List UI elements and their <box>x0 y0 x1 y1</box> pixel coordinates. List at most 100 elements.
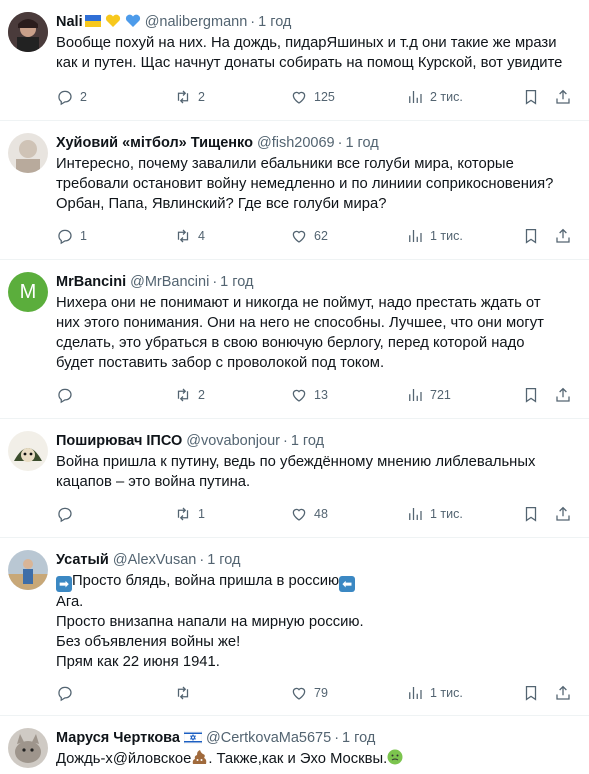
repost-button[interactable]: 1 <box>174 505 205 523</box>
repost-button[interactable]: 2 <box>174 88 205 106</box>
bookmark-button[interactable] <box>522 386 540 404</box>
separator-dot: · <box>250 14 256 30</box>
share-icon <box>556 506 570 521</box>
repost-button[interactable]: 4 <box>174 227 205 245</box>
reply-button[interactable] <box>56 684 80 702</box>
author-handle[interactable]: @AlexVusan <box>113 552 197 568</box>
share-icon <box>556 685 570 700</box>
reply-button[interactable] <box>56 505 80 523</box>
post-time[interactable]: 1 год <box>220 274 253 290</box>
post-text: Ага. Просто внизапна напали на мирную ро… <box>56 594 364 670</box>
avatar-letter: M <box>19 281 37 303</box>
views-count: 1 тис. <box>430 507 463 521</box>
post-nali[interactable]: Nali @nalibergmann · 1 год Вообще похуй на… <box>0 0 589 121</box>
post-text: Война пришла к путину, ведь по убеждённо… <box>56 454 536 490</box>
views-button[interactable]: 721 <box>406 386 451 404</box>
post-time[interactable]: 1 год <box>291 433 324 449</box>
repost-button[interactable]: 2 <box>174 386 205 404</box>
like-button[interactable]: 125 <box>290 88 335 106</box>
author-handle[interactable]: @nalibergmann <box>145 14 248 30</box>
share-icon <box>556 89 570 104</box>
post-certkova[interactable]: Маруся Черткова @CertkovaMa5675 · 1 год До… <box>0 716 589 774</box>
repost-icon <box>177 507 189 521</box>
author-handle[interactable]: @vovabonjour <box>186 433 280 449</box>
bookmark-button[interactable] <box>522 684 540 702</box>
post-text-row: Дождь-х@йловское . Также,как и Эхо Москвы… <box>56 749 577 769</box>
post-text: Нихера они не понимают и никогда не пойм… <box>56 295 544 371</box>
ukraine-flag-icon <box>84 15 101 27</box>
like-count: 125 <box>314 90 335 104</box>
share-button[interactable] <box>554 505 572 523</box>
share-button[interactable] <box>554 386 572 404</box>
separator-dot: · <box>334 730 340 746</box>
views-button[interactable]: 1 тис. <box>406 684 463 702</box>
repost-count: 4 <box>198 229 205 243</box>
reply-icon <box>58 229 72 245</box>
avatar[interactable]: M <box>8 272 48 312</box>
post-actions: 2 2 125 2 тис. <box>56 87 577 107</box>
yellow-heart-icon <box>105 14 120 27</box>
reply-count: 2 <box>80 90 87 104</box>
author-handle[interactable]: @CertkovaMa5675 <box>206 730 331 746</box>
repost-count: 1 <box>198 507 205 521</box>
reply-button[interactable] <box>56 386 80 404</box>
bookmark-button[interactable] <box>522 505 540 523</box>
post-time[interactable]: 1 год <box>342 730 375 746</box>
like-button[interactable]: 62 <box>290 227 328 245</box>
repost-icon <box>177 229 189 243</box>
bookmark-button[interactable] <box>522 88 540 106</box>
share-button[interactable] <box>554 684 572 702</box>
right-arrow-emoji-icon: ➡ <box>56 576 72 592</box>
post-mrbancini[interactable]: M MrBancini @MrBancini · 1 год Нихера они … <box>0 260 589 419</box>
bookmark-icon <box>525 228 537 244</box>
author-name[interactable]: Маруся Черткова <box>56 730 180 746</box>
post-time[interactable]: 1 год <box>207 552 240 568</box>
like-button[interactable]: 79 <box>290 684 328 702</box>
reply-button[interactable]: 1 <box>56 227 87 245</box>
like-icon <box>292 230 306 243</box>
share-button[interactable] <box>554 227 572 245</box>
views-icon <box>409 508 422 520</box>
author-handle[interactable]: @fish20069 <box>257 135 335 151</box>
author-name[interactable]: Nali <box>56 14 83 30</box>
views-button[interactable]: 1 тис. <box>406 227 463 245</box>
avatar[interactable] <box>8 728 48 768</box>
share-icon <box>556 387 570 402</box>
post-time[interactable]: 1 год <box>345 135 378 151</box>
post-actions: 1 4 62 1 тис. <box>56 226 577 246</box>
post-fish[interactable]: Хуйовий «мітбол» Тищенко @fish20069 · 1 го… <box>0 121 589 260</box>
separator-dot: · <box>212 274 218 290</box>
author-handle[interactable]: @MrBancini <box>130 274 209 290</box>
bookmark-button[interactable] <box>522 227 540 245</box>
views-count: 1 тис. <box>430 229 463 243</box>
views-icon <box>409 687 422 699</box>
reply-button[interactable]: 2 <box>56 88 87 106</box>
separator-dot: · <box>283 433 288 449</box>
avatar[interactable] <box>8 550 48 590</box>
repost-icon <box>177 686 189 700</box>
post-text-part-a: Дождь-х@йловское <box>56 751 192 767</box>
like-button[interactable]: 48 <box>290 505 328 523</box>
views-button[interactable]: 2 тис. <box>406 88 463 106</box>
author-name[interactable]: Поширювач ІПСО <box>56 433 182 449</box>
views-count: 721 <box>430 388 451 402</box>
views-button[interactable]: 1 тис. <box>406 505 463 523</box>
like-button[interactable]: 13 <box>290 386 328 404</box>
like-icon <box>292 508 306 521</box>
post-alexvusan[interactable]: Усатый @AlexVusan · 1 год ➡ Просто блядь, в… <box>0 538 589 716</box>
post-vovabonjour[interactable]: Поширювач ІПСО @vovabonjour · 1 год Война … <box>0 419 589 538</box>
repost-button[interactable] <box>174 684 198 702</box>
author-name[interactable]: Усатый <box>56 552 109 568</box>
author-name[interactable]: Хуйовий «мітбол» Тищенко <box>56 135 253 151</box>
separator-dot: · <box>199 552 205 568</box>
bookmark-icon <box>525 506 537 522</box>
post-time[interactable]: 1 год <box>258 14 291 30</box>
avatar[interactable] <box>8 431 48 471</box>
share-button[interactable] <box>554 88 572 106</box>
avatar[interactable] <box>8 12 48 52</box>
avatar[interactable] <box>8 133 48 173</box>
author-name[interactable]: MrBancini <box>56 274 126 290</box>
separator-dot: · <box>337 135 343 151</box>
like-count: 62 <box>314 229 328 243</box>
reply-icon <box>58 686 72 702</box>
